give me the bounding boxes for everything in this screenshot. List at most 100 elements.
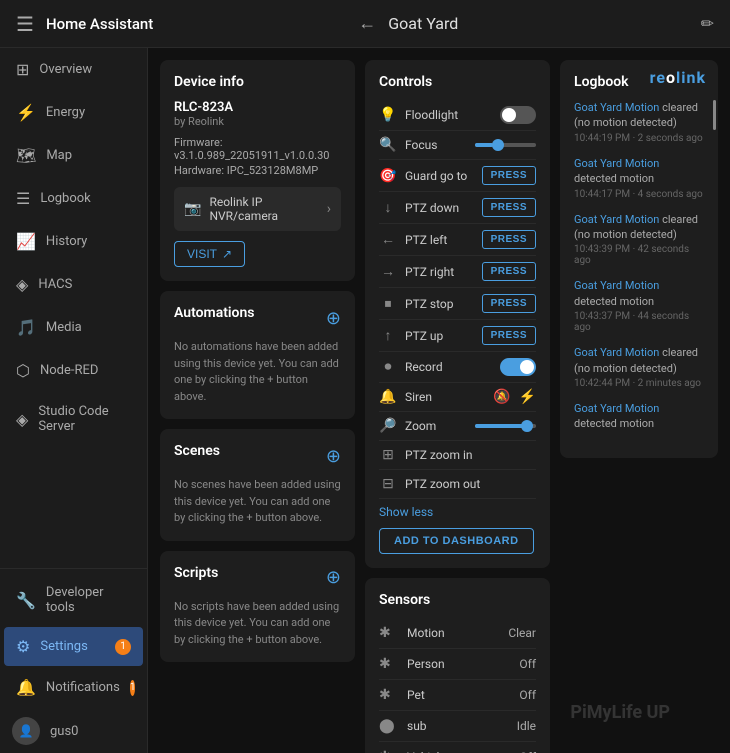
log-entry-2: Goat Yard Motion cleared (no motion dete… <box>574 212 704 267</box>
pet-icon: ✱ <box>379 687 397 703</box>
log-title-1: Goat Yard Motion detected motion <box>574 156 704 187</box>
log-entity-link-3[interactable]: Goat Yard Motion <box>574 279 659 292</box>
device-manufacturer: by Reolink <box>174 115 341 128</box>
focus-slider[interactable] <box>475 143 537 147</box>
device-hardware: Hardware: IPC_523128M8MP <box>174 164 341 177</box>
log-title-2: Goat Yard Motion cleared (no motion dete… <box>574 212 704 243</box>
automations-title: Automations <box>174 305 255 321</box>
sidebar-item-energy[interactable]: ⚡ Energy <box>4 93 143 132</box>
log-entity-link-1[interactable]: Goat Yard Motion <box>574 157 659 170</box>
record-toggle[interactable] <box>500 358 536 376</box>
add-dashboard-button[interactable]: ADD TO DASHBOARD <box>379 528 534 554</box>
scripts-add-button[interactable]: ⊕ <box>326 567 341 588</box>
ptz-stop-button[interactable]: PRESS <box>482 294 536 313</box>
ptz-zoom-out-icon: ⊟ <box>379 476 397 492</box>
control-siren: 🔔 Siren 🔕 ⚡ <box>379 383 536 412</box>
sub-icon: ⬤ <box>379 718 397 734</box>
column-1: Device info RLC-823A by Reolink Firmware… <box>160 60 355 753</box>
sidebar-item-overview[interactable]: ⊞ Overview <box>4 50 143 89</box>
settings-badge: 1 <box>115 639 131 655</box>
control-ptz-left: ← PTZ left PRESS <box>379 224 536 256</box>
ptz-zoom-in-icon: ⊞ <box>379 447 397 463</box>
sidebar-item-notifications[interactable]: 🔔 Notifications 1 <box>4 668 143 707</box>
sidebar-bottom: 🔧 Developer tools ⚙ Settings 1 🔔 Notific… <box>0 568 147 753</box>
log-entry-4: Goat Yard Motion cleared (no motion dete… <box>574 345 704 389</box>
back-button[interactable]: ← <box>350 5 384 42</box>
ptz-stop-icon: ⏹ <box>379 296 397 312</box>
notifications-badge: 1 <box>130 680 136 696</box>
log-entity-link-0[interactable]: Goat Yard Motion <box>574 101 659 114</box>
scenes-header: Scenes ⊕ <box>174 443 341 469</box>
app-title: Home Assistant <box>42 15 350 33</box>
vehicle-icon: ✱ <box>379 749 397 753</box>
overview-icon: ⊞ <box>16 60 29 79</box>
log-time-2: 10:43:39 PM · 42 seconds ago <box>574 244 704 266</box>
log-entity-link-5[interactable]: Goat Yard Motion <box>574 402 659 415</box>
device-firmware: Firmware: v3.1.0.989_22051911_v1.0.0.30 <box>174 136 341 162</box>
control-ptz-down: ↓ PTZ down PRESS <box>379 192 536 224</box>
log-time-0: 10:44:19 PM · 2 seconds ago <box>574 133 704 144</box>
map-icon: 🗺 <box>16 146 36 165</box>
siren-controls: 🔕 ⚡ <box>493 389 536 405</box>
log-time-1: 10:44:17 PM · 4 seconds ago <box>574 189 704 200</box>
logbook-scrollbar[interactable] <box>713 100 716 130</box>
sidebar-item-map[interactable]: 🗺 Map <box>4 136 143 175</box>
user-item[interactable]: 👤 gus0 <box>0 709 147 753</box>
scenes-title: Scenes <box>174 443 220 459</box>
node-red-icon: ⬡ <box>16 361 30 380</box>
log-title-4: Goat Yard Motion cleared (no motion dete… <box>574 345 704 376</box>
sensor-vehicle: ✱ Vehicle Off <box>379 742 536 753</box>
ptz-right-button[interactable]: PRESS <box>482 262 536 281</box>
sidebar-item-media[interactable]: 🎵 Media <box>4 308 143 347</box>
sidebar-item-node-red[interactable]: ⬡ Node-RED <box>4 351 143 390</box>
studio-icon: ◈ <box>16 410 28 429</box>
siren-sound-icon[interactable]: ⚡ <box>519 389 536 405</box>
chevron-right-icon: › <box>327 201 331 217</box>
sidebar-item-history[interactable]: 📈 History <box>4 222 143 261</box>
ptz-down-icon: ↓ <box>379 199 397 216</box>
sensor-pet: ✱ Pet Off <box>379 680 536 711</box>
motion-icon: ✱ <box>379 625 397 641</box>
show-less-link[interactable]: Show less <box>379 505 433 519</box>
ptz-left-button[interactable]: PRESS <box>482 230 536 249</box>
control-ptz-zoom-in: ⊞ PTZ zoom in <box>379 441 536 470</box>
sidebar-item-studio[interactable]: ◈ Studio Code Server <box>4 394 143 444</box>
log-title-3: Goat Yard Motion detected motion <box>574 278 704 309</box>
zoom-slider[interactable] <box>475 424 537 428</box>
ptz-up-button[interactable]: PRESS <box>482 326 536 345</box>
sensor-motion: ✱ Motion Clear <box>379 618 536 649</box>
log-action-5: detected motion <box>574 417 654 430</box>
sidebar-item-developer[interactable]: 🔧 Developer tools <box>4 575 143 625</box>
log-entry-3: Goat Yard Motion detected motion 10:43:3… <box>574 278 704 333</box>
guard-go-to-button[interactable]: PRESS <box>482 166 536 185</box>
menu-icon[interactable]: ☰ <box>8 4 42 44</box>
main-layout: ⊞ Overview ⚡ Energy 🗺 Map ☰ Logbook 📈 Hi… <box>0 48 730 753</box>
control-focus: 🔍 Focus <box>379 131 536 160</box>
visit-button[interactable]: VISIT ↗ <box>174 241 245 267</box>
edit-icon[interactable]: ✏ <box>693 6 722 41</box>
control-ptz-right: → PTZ right PRESS <box>379 256 536 288</box>
media-icon: 🎵 <box>16 318 36 337</box>
siren-mute-icon[interactable]: 🔕 <box>493 389 510 405</box>
logbook-card: reolink Logbook Goat Yard Motion cleared… <box>560 60 718 458</box>
ptz-down-button[interactable]: PRESS <box>482 198 536 217</box>
sidebar-item-settings[interactable]: ⚙ Settings 1 <box>4 627 143 666</box>
hacs-icon: ◈ <box>16 275 28 294</box>
sidebar-item-hacs[interactable]: ◈ HACS <box>4 265 143 304</box>
ptz-up-icon: ↑ <box>379 327 397 344</box>
sidebar-item-logbook[interactable]: ☰ Logbook <box>4 179 143 218</box>
log-action-3: detected motion <box>574 295 654 308</box>
topbar: ☰ Home Assistant ← Goat Yard ✏ <box>0 0 730 48</box>
floodlight-toggle[interactable] <box>500 106 536 124</box>
log-time-4: 10:42:44 PM · 2 minutes ago <box>574 378 704 389</box>
scenes-desc: No scenes have been added using this dev… <box>174 477 341 527</box>
device-model: RLC-823A <box>174 100 341 115</box>
device-link-row[interactable]: 📷 Reolink IP NVR/camera › <box>174 187 341 231</box>
log-entity-link-2[interactable]: Goat Yard Motion <box>574 213 659 226</box>
log-entity-link-4[interactable]: Goat Yard Motion <box>574 346 659 359</box>
scenes-add-button[interactable]: ⊕ <box>326 446 341 467</box>
ptz-left-icon: ← <box>379 231 397 248</box>
automations-add-button[interactable]: ⊕ <box>326 308 341 329</box>
settings-icon: ⚙ <box>16 637 30 656</box>
scripts-header: Scripts ⊕ <box>174 565 341 591</box>
